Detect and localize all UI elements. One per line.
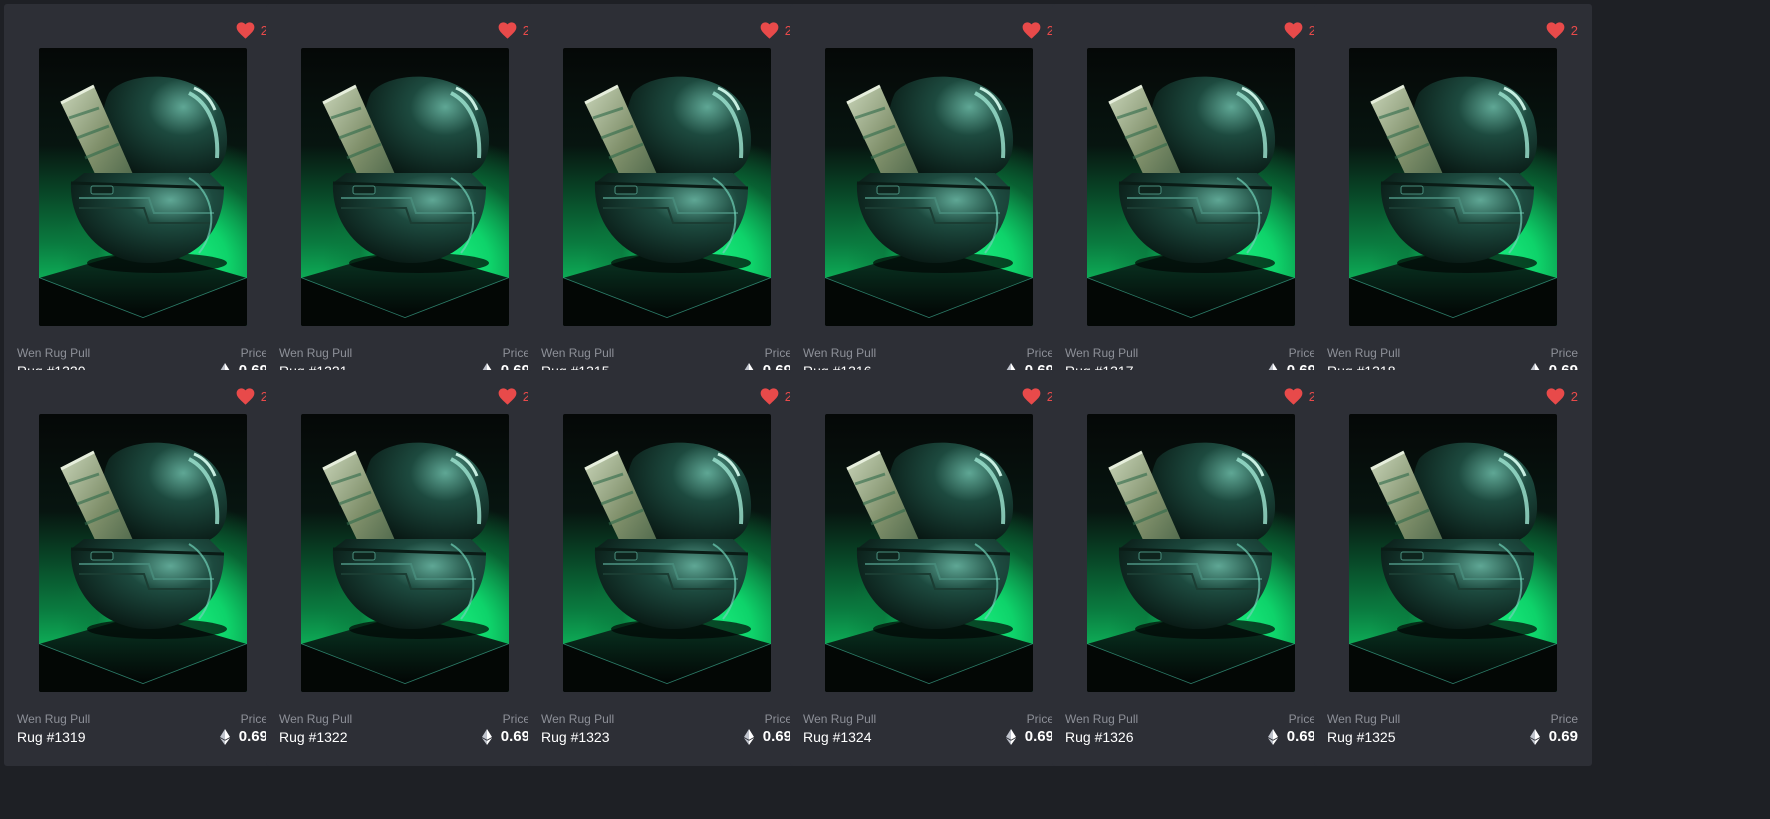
collection-name: Wen Rug Pull <box>1327 346 1401 360</box>
nft-artwork-image[interactable] <box>301 414 509 692</box>
price-value: 0.69 <box>481 728 530 745</box>
collection-name: Wen Rug Pull <box>279 712 353 726</box>
price-label: Price <box>1026 346 1054 360</box>
price-value: 0.69 <box>1267 728 1316 745</box>
like-button[interactable]: 2 <box>236 388 268 405</box>
price-label: Price <box>1550 346 1578 360</box>
like-button[interactable]: 2 <box>1546 22 1578 39</box>
nft-artwork-image[interactable] <box>563 414 771 692</box>
price-label: Price <box>502 346 530 360</box>
nft-card[interactable]: 2 <box>528 370 806 766</box>
collection-name: Wen Rug Pull <box>541 712 615 726</box>
collection-name: Wen Rug Pull <box>1327 712 1401 726</box>
nft-artwork-image[interactable] <box>825 48 1033 326</box>
nft-card[interactable]: 2 <box>266 370 544 766</box>
heart-icon <box>1546 22 1565 39</box>
heart-icon <box>236 388 255 405</box>
ethereum-icon <box>1005 728 1016 745</box>
nft-artwork-image[interactable] <box>1087 414 1295 692</box>
nft-grid: 2 Wen Rug Pull Price 2 Wen Rug Pull Pric… <box>0 0 1770 819</box>
ethereum-icon <box>481 728 492 745</box>
nft-name[interactable]: Rug #1325 <box>1327 729 1396 745</box>
collection-name: Wen Rug Pull <box>541 346 615 360</box>
nft-artwork-image[interactable] <box>39 414 247 692</box>
nft-card[interactable]: 2 <box>266 4 544 400</box>
nft-name[interactable]: Rug #1322 <box>279 729 348 745</box>
price-value: 0.69 <box>1529 728 1578 745</box>
like-button[interactable]: 2 <box>1284 22 1316 39</box>
price-label: Price <box>1288 712 1316 726</box>
price-label: Price <box>1026 712 1054 726</box>
heart-icon <box>760 388 779 405</box>
nft-card[interactable]: 2 <box>1052 4 1330 400</box>
collection-name: Wen Rug Pull <box>1065 346 1139 360</box>
collection-name: Wen Rug Pull <box>803 346 877 360</box>
price-value: 0.69 <box>1005 728 1054 745</box>
collection-name: Wen Rug Pull <box>803 712 877 726</box>
nft-artwork-image[interactable] <box>301 48 509 326</box>
heart-icon <box>1546 388 1565 405</box>
price-amount: 0.69 <box>238 728 268 745</box>
nft-card[interactable]: 2 <box>528 4 806 400</box>
nft-card[interactable]: 2 <box>790 4 1068 400</box>
heart-icon <box>1022 388 1041 405</box>
price-value: 0.69 <box>743 728 792 745</box>
like-button[interactable]: 2 <box>498 22 530 39</box>
price-label: Price <box>764 346 792 360</box>
price-value: 0.69 <box>219 728 268 745</box>
collection-name: Wen Rug Pull <box>17 712 91 726</box>
ethereum-icon <box>1529 728 1540 745</box>
heart-icon <box>498 22 517 39</box>
nft-artwork-image[interactable] <box>1349 48 1557 326</box>
collection-name: Wen Rug Pull <box>1065 712 1139 726</box>
heart-icon <box>236 22 255 39</box>
nft-card[interactable]: 2 <box>4 4 282 400</box>
nft-card[interactable]: 2 <box>1052 370 1330 766</box>
nft-name[interactable]: Rug #1324 <box>803 729 872 745</box>
nft-artwork-image[interactable] <box>1349 414 1557 692</box>
heart-icon <box>1022 22 1041 39</box>
nft-name[interactable]: Rug #1323 <box>541 729 610 745</box>
like-count: 2 <box>1570 23 1578 38</box>
like-button[interactable]: 2 <box>1546 388 1578 405</box>
nft-card[interactable]: 2 <box>1314 370 1592 766</box>
nft-card[interactable]: 2 <box>4 370 282 766</box>
like-button[interactable]: 2 <box>760 22 792 39</box>
nft-name[interactable]: Rug #1326 <box>1065 729 1134 745</box>
like-button[interactable]: 2 <box>498 388 530 405</box>
price-label: Price <box>240 712 268 726</box>
heart-icon <box>1284 388 1303 405</box>
like-count: 2 <box>1570 389 1578 404</box>
price-amount: 0.69 <box>1024 728 1054 745</box>
like-button[interactable]: 2 <box>1284 388 1316 405</box>
price-label: Price <box>502 712 530 726</box>
price-label: Price <box>1550 712 1578 726</box>
heart-icon <box>1284 22 1303 39</box>
collection-name: Wen Rug Pull <box>17 346 91 360</box>
nft-card[interactable]: 2 <box>790 370 1068 766</box>
heart-icon <box>760 22 779 39</box>
like-button[interactable]: 2 <box>760 388 792 405</box>
price-amount: 0.69 <box>500 728 530 745</box>
like-button[interactable]: 2 <box>1022 22 1054 39</box>
nft-artwork-image[interactable] <box>1087 48 1295 326</box>
price-label: Price <box>240 346 268 360</box>
price-amount: 0.69 <box>1286 728 1316 745</box>
ethereum-icon <box>219 728 230 745</box>
price-label: Price <box>764 712 792 726</box>
ethereum-icon <box>1267 728 1278 745</box>
nft-name[interactable]: Rug #1319 <box>17 729 86 745</box>
collection-name: Wen Rug Pull <box>279 346 353 360</box>
nft-artwork-image[interactable] <box>39 48 247 326</box>
nft-card[interactable]: 2 <box>1314 4 1592 400</box>
nft-artwork-image[interactable] <box>563 48 771 326</box>
price-label: Price <box>1288 346 1316 360</box>
price-amount: 0.69 <box>762 728 792 745</box>
like-button[interactable]: 2 <box>236 22 268 39</box>
ethereum-icon <box>743 728 754 745</box>
heart-icon <box>498 388 517 405</box>
nft-artwork-image[interactable] <box>825 414 1033 692</box>
price-amount: 0.69 <box>1548 728 1578 745</box>
like-button[interactable]: 2 <box>1022 388 1054 405</box>
